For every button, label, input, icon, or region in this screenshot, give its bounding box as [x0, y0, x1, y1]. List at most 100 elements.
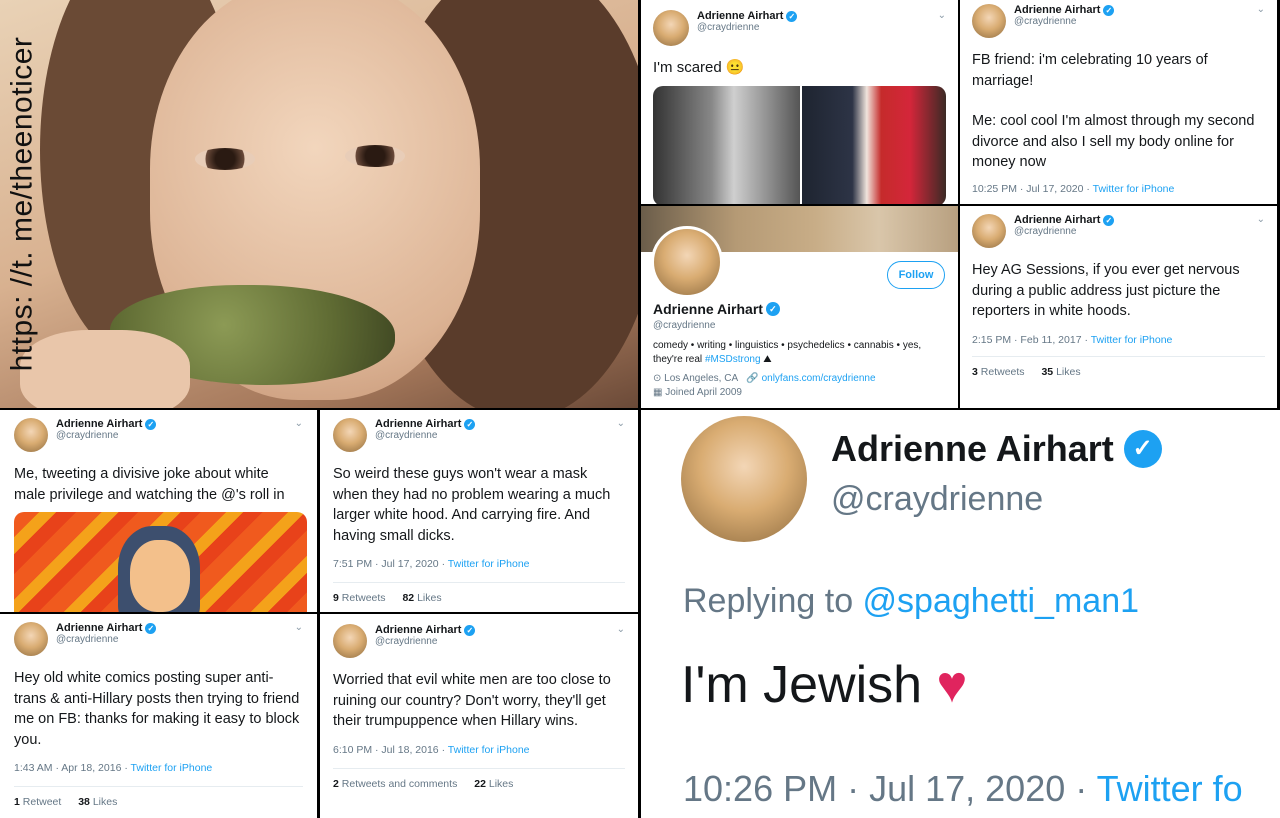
bio-text: comedy • writing • linguistics • psyched… [653, 340, 922, 365]
tweet-header: Adrienne Airhart ✓ @craydrienne ⌄ [14, 418, 303, 452]
display-name[interactable]: Adrienne Airhart [1014, 4, 1100, 16]
tweet-time[interactable]: 7:51 PM · Jul 17, 2020 · [333, 558, 448, 570]
chevron-down-icon[interactable]: ⌄ [617, 624, 625, 635]
retweet-label[interactable]: Retweets [981, 366, 1025, 378]
user-handle[interactable]: @craydrienne [56, 430, 156, 441]
like-label[interactable]: Likes [1056, 366, 1081, 378]
tweet-source-link[interactable]: Twitter fo [1097, 768, 1243, 809]
verified-badge-icon: ✓ [1103, 214, 1115, 226]
display-name[interactable]: Adrienne Airhart [1014, 214, 1100, 226]
like-label[interactable]: Likes [93, 796, 118, 808]
tweet-time[interactable]: 10:25 PM · Jul 17, 2020 · [972, 183, 1093, 195]
avatar[interactable] [14, 622, 48, 656]
replying-to: Replying to @spaghetti_man1 [683, 582, 1139, 621]
retweet-label[interactable]: Retweets [342, 592, 386, 604]
retweet-count[interactable]: 1 [14, 796, 20, 808]
display-name[interactable]: Adrienne Airhart [831, 428, 1114, 470]
tweet-media[interactable] [653, 86, 946, 204]
tweet-text: I'm Jewish [681, 656, 923, 714]
avatar[interactable] [14, 418, 48, 452]
tweet-time[interactable]: 10:26 PM · Jul 17, 2020 · [683, 768, 1097, 809]
user-handle[interactable]: @craydrienne [56, 634, 156, 645]
tweet-source-link[interactable]: Twitter for iPhone [1093, 183, 1175, 195]
verified-badge-icon: ✓ [1103, 4, 1115, 16]
user-handle[interactable]: @craydrienne [697, 22, 797, 33]
avatar[interactable] [972, 4, 1006, 38]
tweet-jewish-card: Adrienne Airhart ✓ @craydrienne Replying … [641, 410, 1280, 818]
tweet-header: Adrienne Airhart ✓ @craydrienne ⌄ [333, 418, 625, 452]
retweet-label[interactable]: Retweets and comments [342, 778, 458, 790]
tweet-source-link[interactable]: Twitter for iPhone [131, 762, 213, 774]
retweet-count[interactable]: 3 [972, 366, 978, 378]
like-label[interactable]: Likes [489, 778, 514, 790]
tweet-stats: 1 Retweet 38 Likes [14, 786, 303, 808]
avatar[interactable] [653, 10, 689, 46]
user-handle[interactable]: @craydrienne [1014, 226, 1114, 237]
tweet-source-link[interactable]: Twitter for iPhone [1091, 334, 1173, 346]
chevron-down-icon[interactable]: ⌄ [938, 10, 946, 21]
verified-badge-icon: ✓ [464, 624, 476, 636]
bio-hashtag-link[interactable]: #MSDstrong [705, 354, 761, 365]
chevron-down-icon[interactable]: ⌄ [617, 418, 625, 429]
tweet-header: Adrienne Airhart ✓ @craydrienne ⌄ [14, 622, 303, 656]
chevron-down-icon[interactable]: ⌄ [295, 622, 303, 633]
display-name[interactable]: Adrienne Airhart [375, 418, 461, 430]
user-handle[interactable]: @craydrienne [375, 636, 475, 647]
tweet-media-gif[interactable] [14, 512, 307, 612]
tweet-time[interactable]: 6:10 PM · Jul 18, 2016 · [333, 744, 448, 756]
retweet-count[interactable]: 2 [333, 778, 339, 790]
tweet-text: So weird these guys won't wear a mask wh… [333, 466, 611, 544]
watermark-text: https: //t. me/theenoticer [5, 36, 39, 372]
tweet-comics-card: Adrienne Airhart ✓ @craydrienne ⌄ Hey old… [0, 614, 317, 818]
user-handle[interactable]: @craydrienne [831, 480, 1162, 519]
eye-right [345, 145, 405, 167]
location-icon: ⊙ [653, 373, 662, 384]
tweet-sessions-card: Adrienne Airhart ✓ @craydrienne ⌄ Hey AG … [960, 206, 1277, 408]
hand-shape [20, 330, 190, 408]
tweet-time[interactable]: 1:43 AM · Apr 18, 2016 · [14, 762, 131, 774]
like-count[interactable]: 35 [1041, 366, 1053, 378]
profile-website-link[interactable]: onlyfans.com/craydrienne [762, 373, 876, 384]
display-name[interactable]: Adrienne Airhart [56, 622, 142, 634]
cannabis-photo: https: //t. me/theenoticer [0, 0, 638, 408]
tweet-time[interactable]: 2:15 PM · Feb 11, 2017 · [972, 334, 1091, 346]
tweet-timestamp: 10:25 PM · Jul 17, 2020 · Twitter for iP… [972, 183, 1265, 195]
verified-badge-icon: ✓ [765, 302, 780, 316]
display-name[interactable]: Adrienne Airhart [653, 301, 763, 317]
tweet-text: Hey old white comics posting super anti-… [14, 670, 300, 748]
user-handle[interactable]: @craydrienne [375, 430, 475, 441]
like-label[interactable]: Likes [417, 592, 442, 604]
tweet-text: Hey AG Sessions, if you ever get nervous… [972, 262, 1240, 319]
retweet-label[interactable]: Retweet [23, 796, 62, 808]
tweet-source-link[interactable]: Twitter for iPhone [448, 744, 530, 756]
display-name[interactable]: Adrienne Airhart [697, 10, 783, 22]
chevron-down-icon[interactable]: ⌄ [295, 418, 303, 429]
like-count[interactable]: 82 [402, 592, 414, 604]
display-name[interactable]: Adrienne Airhart [56, 418, 142, 430]
follow-button[interactable]: Follow [887, 261, 945, 289]
display-name[interactable]: Adrienne Airhart [375, 624, 461, 636]
tweet-timestamp: 2:15 PM · Feb 11, 2017 · Twitter for iPh… [972, 334, 1265, 346]
verified-badge-icon: ✓ [145, 622, 157, 634]
tweet-header: Adrienne Airhart ✓ @craydrienne ⌄ [972, 214, 1265, 248]
verified-badge-icon: ✓ [145, 418, 157, 430]
tweet-timestamp: 6:10 PM · Jul 18, 2016 · Twitter for iPh… [333, 744, 625, 756]
avatar[interactable] [972, 214, 1006, 248]
retweet-count[interactable]: 9 [333, 592, 339, 604]
like-count[interactable]: 22 [474, 778, 486, 790]
verified-badge-icon: ✓ [464, 418, 476, 430]
tweet-stats: 3 Retweets 35 Likes [972, 355, 1265, 378]
user-handle[interactable]: @craydrienne [653, 320, 948, 331]
avatar[interactable] [681, 416, 807, 542]
tweet-stats: 2 Retweets and comments 22 Likes [333, 767, 625, 790]
tweet-fb-card: Adrienne Airhart ✓ @craydrienne ⌄ FB frie… [960, 0, 1277, 204]
profile-avatar[interactable] [651, 226, 723, 298]
chevron-down-icon[interactable]: ⌄ [1257, 4, 1265, 15]
chevron-down-icon[interactable]: ⌄ [1257, 214, 1265, 225]
avatar[interactable] [333, 418, 367, 452]
tweet-source-link[interactable]: Twitter for iPhone [448, 558, 530, 570]
avatar[interactable] [333, 624, 367, 658]
like-count[interactable]: 38 [78, 796, 90, 808]
reply-handle-link[interactable]: @spaghetti_man1 [863, 582, 1139, 620]
user-handle[interactable]: @craydrienne [1014, 16, 1114, 27]
